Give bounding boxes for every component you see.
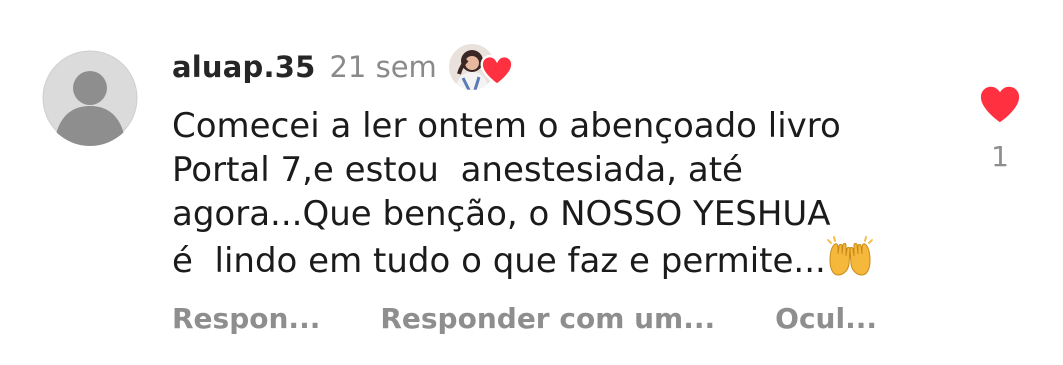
like-count: 1	[991, 140, 1009, 173]
hide-button[interactable]: Ocul...	[775, 302, 877, 335]
username[interactable]: aluap.35	[172, 50, 315, 84]
user-avatar[interactable]	[42, 50, 138, 146]
comment-body: Comecei a ler ontem o abençoado livro Po…	[172, 104, 952, 283]
reply-with-button[interactable]: Responder com um...	[380, 302, 715, 335]
raising-hands-icon	[826, 236, 873, 276]
author-liked-badge	[447, 44, 517, 90]
comment-text: Comecei a ler ontem o abençoado livro Po…	[172, 106, 841, 281]
reply-button[interactable]: Respon...	[172, 302, 320, 335]
heart-icon[interactable]	[978, 84, 1022, 124]
comment-actions: Respon... Responder com um... Ocul...	[172, 302, 877, 335]
default-avatar-icon	[42, 50, 138, 146]
comment-header: aluap.35 21 sem	[172, 44, 517, 90]
timestamp: 21 sem	[329, 50, 437, 84]
like-column: 1	[975, 84, 1025, 173]
author-heart-icon	[480, 55, 514, 86]
